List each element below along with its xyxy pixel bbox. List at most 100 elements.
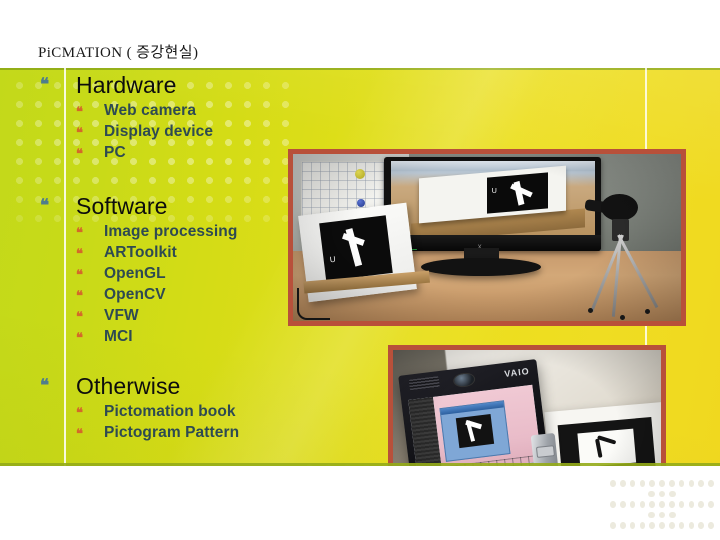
list-item: ❝ VFW [40,307,300,328]
marker-black-frame [557,416,657,466]
tripod-foot [645,309,651,314]
footer [0,466,720,540]
footer-dot [698,501,705,508]
footer-dot [698,522,705,529]
screen-pictogram-icon [464,419,486,442]
footer-dot-row [610,511,714,523]
bullet-level2-icon: ❝ [76,267,83,282]
footer-dot [619,480,626,487]
footer-dot [708,480,714,487]
footer-dot [669,480,675,487]
footer-dot [708,501,714,508]
heading-hardware: ❝ Hardware [40,72,300,102]
footer-dot [619,522,626,529]
bullet-level2-icon: ❝ [76,405,83,420]
bullet-level2-icon: ❝ [76,104,83,119]
marker-white-field [577,427,637,466]
list-item: ❝ OpenCV [40,286,300,307]
bullet-level2-icon: ❝ [76,125,83,140]
heading-software: ❝ Software [40,193,300,223]
marker-letter-label: U [328,255,336,265]
list-item: ❝ Display device [40,123,300,144]
footer-dot-row [610,501,714,512]
lcd-monitor: U X [384,157,602,251]
list-item: ❝ Pictomation book [40,403,300,424]
list-item: ❝ ARToolkit [40,244,300,265]
footer-dot [669,522,675,529]
photo-inner: VAIO SONY [393,350,661,466]
tripod-leg [617,234,659,308]
photo-vaio-umpc-ar: VAIO SONY [388,345,666,466]
footer-dot [619,501,626,508]
slide: PiCMATION ( 증강현실) ❝ Hardware ❝ Web camer… [0,0,720,540]
footer-dot [649,522,655,529]
bullet-level1-icon: ❝ [40,75,50,94]
list-item-label: Image processing [104,223,238,240]
footer-dot [639,501,646,508]
bullet-level2-icon: ❝ [76,146,83,161]
list-item-label: ARToolkit [104,244,177,261]
heading-otherwise: ❝ Otherwise [40,373,300,403]
bullet-level2-icon: ❝ [76,288,83,303]
vaio-brand-label: VAIO [504,365,531,379]
pictogram-icon [595,435,619,459]
screen-pictogram-icon [507,179,536,205]
cable [296,287,330,320]
footer-dot [698,480,705,487]
footer-dot [648,490,655,497]
list-item-label: MCI [104,328,133,345]
monitor-screen: U [390,161,595,236]
speaker-grille-icon [408,375,441,390]
footer-dot-decoration [610,480,714,534]
footer-dot [649,480,655,487]
group-otherwise: ❝ Otherwise ❝ Pictomation book ❝ Pictogr… [40,373,300,445]
footer-dot [629,501,636,508]
footer-dot [688,522,695,529]
title-area: PiCMATION ( 증강현실) [0,0,720,68]
vaio-umpc-device: VAIO SONY [398,358,554,466]
footer-dot [658,511,666,518]
footer-dot-row [610,480,714,491]
list-item: ❝ MCI [40,328,300,349]
list-item-label: Pictogram Pattern [104,424,240,441]
list-item-label: VFW [104,307,139,324]
footer-dot-row [610,490,714,502]
group-hardware: ❝ Hardware ❝ Web camera ❝ Display device… [40,72,300,165]
device-webcam-icon [453,371,477,388]
footer-dot [659,501,665,508]
footer-dot [669,501,675,508]
footer-dot [658,490,666,497]
footer-dot [639,480,646,487]
list-item-label: OpenGL [104,265,166,282]
list-item-label: Pictomation book [104,403,236,420]
footer-dot [610,480,616,487]
footer-dot [688,501,695,508]
bullet-level2-icon: ❝ [76,225,83,240]
list-item: ❝ Web camera [40,102,300,123]
bullet-level1-icon: ❝ [40,376,50,395]
list-item-label: Display device [104,123,214,140]
web-camera-icon [600,194,638,222]
bullet-level2-icon: ❝ [76,426,83,441]
bullet-level2-icon: ❝ [76,309,83,324]
footer-dot-row [610,522,714,533]
footer-dot [639,522,646,529]
content-band: ❝ Hardware ❝ Web camera ❝ Display device… [0,68,720,466]
footer-dot [610,501,616,508]
device-screen [408,384,544,466]
footer-dot [669,511,676,518]
pictogram-icon [337,227,372,269]
footer-dot [629,480,636,487]
heading-label: Hardware [76,72,177,98]
tripod-leg [590,234,624,312]
photo-ar-desk-setup: U X U [288,149,686,326]
stylus-button-icon [536,444,555,458]
footer-dot [649,501,655,508]
page-title: PiCMATION ( 증강현실) [38,45,199,61]
footer-dot [688,480,695,487]
screen-marker-letter: U [491,187,497,195]
photo-inner: U X U [293,154,681,321]
heading-label: Software [76,193,168,219]
footer-dot [678,480,685,487]
footer-dot [648,511,655,518]
